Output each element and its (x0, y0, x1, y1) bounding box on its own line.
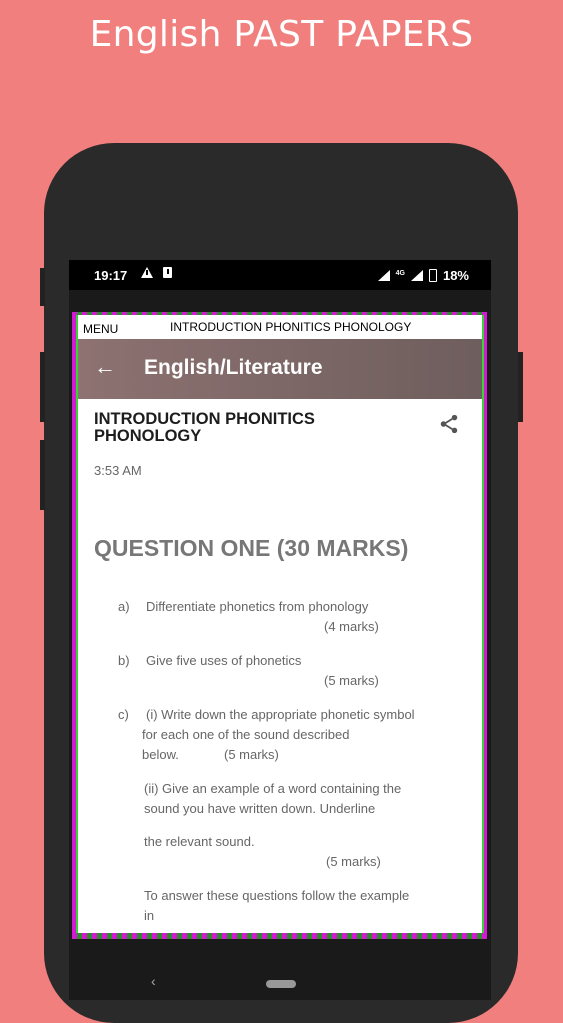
chevron-left-icon[interactable]: ‹ (151, 973, 156, 989)
item-marks: (5 marks) (224, 747, 279, 762)
battery-percent: 18% (442, 268, 469, 283)
menu-bar: MENU INTRODUCTION PHONITICS PHONOLOGY (78, 315, 482, 339)
arrow-left-icon[interactable]: ← (94, 354, 116, 380)
sub-item-marks: (5 marks) (326, 854, 381, 869)
sub-item-text-line: (ii) Give an example of a word containin… (144, 781, 402, 796)
post-content: INTRODUCTION PHONITICS PHONOLOGY 3:53 AM… (78, 399, 482, 933)
item-letter: b) (118, 653, 130, 668)
post-title: INTRODUCTION PHONITICS PHONOLOGY (94, 410, 315, 445)
post-time: 3:53 AM (94, 463, 142, 478)
network-type-label: 4G (395, 270, 405, 277)
sub-item-text-line: the relevant sound. (144, 834, 255, 849)
footer-text-line: To answer these questions follow the exa… (144, 888, 410, 903)
item-text-line: below. (142, 747, 179, 762)
app-bar-title: English/Literature (144, 356, 323, 379)
phone-screen: 19:17 4G 18% MENU INTRODUCTION PHONITICS… (69, 260, 491, 1000)
cell-signal-icon (410, 270, 423, 281)
promo-title: English PAST PAPERS (89, 14, 474, 55)
phone-side-button (518, 352, 523, 422)
home-pill-icon[interactable] (266, 980, 296, 988)
item-marks: (4 marks) (324, 619, 379, 634)
webview-border: MENU INTRODUCTION PHONITICS PHONOLOGY ← … (72, 312, 487, 939)
status-time: 19:17 (94, 268, 128, 283)
question-heading: QUESTION ONE (30 MARKS) (94, 535, 409, 561)
webview: MENU INTRODUCTION PHONITICS PHONOLOGY ← … (76, 315, 484, 933)
sub-item-text-line: sound you have written down. Underline (144, 801, 376, 816)
battery-icon (428, 269, 437, 282)
status-bar: 19:17 4G 18% (69, 260, 491, 290)
warning-icon (141, 267, 153, 278)
item-letter: c) (118, 707, 129, 722)
menu-button[interactable]: MENU (83, 322, 118, 336)
app-bar: ← English/Literature (78, 339, 482, 399)
phone-side-button (40, 352, 45, 422)
item-marks: (5 marks) (324, 673, 379, 688)
item-text-line: for each one of the sound described (142, 727, 350, 742)
sim-alert-icon (163, 267, 172, 278)
footer-text-line: in (144, 908, 155, 923)
phone-side-button (40, 268, 45, 306)
share-icon[interactable] (438, 413, 460, 435)
item-letter: a) (118, 599, 130, 614)
item-text-line: (i) Write down the appropriate phonetic … (146, 707, 415, 722)
system-nav-bar: ‹ (69, 960, 491, 1000)
phone-side-button (40, 440, 45, 510)
menu-bar-title: INTRODUCTION PHONITICS PHONOLOGY (170, 320, 412, 334)
item-text: Give five uses of phonetics (146, 653, 302, 668)
item-text: Differentiate phonetics from phonology (146, 599, 369, 614)
wifi-signal-icon (377, 270, 390, 281)
